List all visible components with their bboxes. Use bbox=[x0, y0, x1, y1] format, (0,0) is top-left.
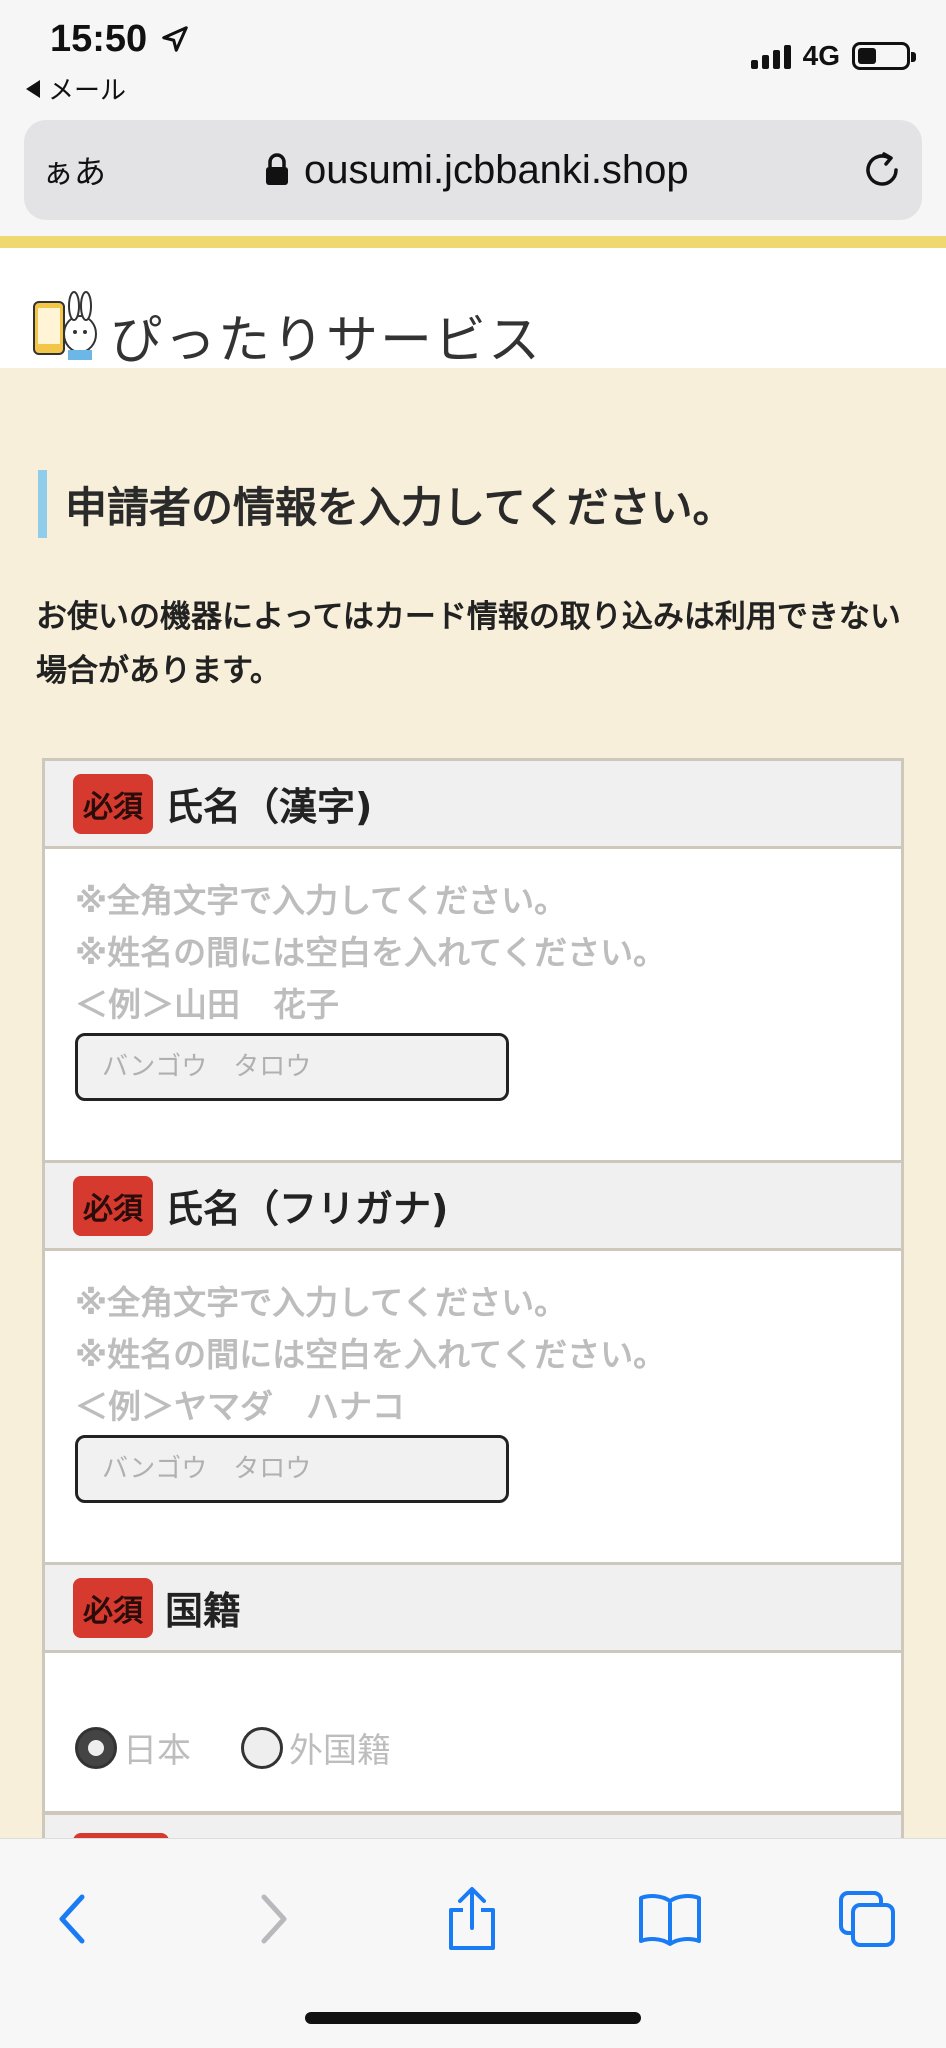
url-display[interactable]: ousumi.jcbbanki.shop bbox=[264, 148, 689, 193]
chevron-left-icon bbox=[59, 1894, 85, 1944]
name-kanji-header: 必須 氏名（漢字) bbox=[45, 761, 901, 849]
site-header: ぴったりサービス bbox=[0, 248, 946, 371]
hint-space: ※姓名の間には空白を入れてください。 bbox=[75, 933, 667, 972]
back-to-app-link[interactable]: メール bbox=[26, 70, 126, 107]
radio-foreign[interactable]: 外国籍 bbox=[241, 1723, 391, 1772]
required-badge: 必須 bbox=[73, 1577, 153, 1638]
required-badge: 必須 bbox=[73, 1175, 153, 1236]
back-app-label: メール bbox=[48, 76, 127, 106]
browser-toolbar: ぁあ ousumi.jcbbanki.shop bbox=[0, 110, 946, 236]
battery-icon bbox=[852, 42, 916, 70]
page-heading: 申請者の情報を入力してください。 bbox=[38, 470, 734, 538]
name-kana-input[interactable] bbox=[75, 1435, 509, 1503]
reload-icon[interactable] bbox=[860, 148, 904, 192]
location-arrow-icon bbox=[162, 26, 188, 52]
chevron-right-icon bbox=[261, 1894, 287, 1944]
bookmarks-button[interactable] bbox=[630, 1879, 710, 1959]
forward-button[interactable] bbox=[234, 1879, 314, 1959]
radio-checked-icon bbox=[75, 1726, 117, 1769]
hint-space: ※姓名の間には空白を入れてください。 bbox=[75, 1335, 667, 1374]
site-logo-icon bbox=[33, 291, 97, 360]
reader-settings-button[interactable]: ぁあ bbox=[42, 147, 106, 193]
hint-example: ＜例＞ヤマダ ハナコ bbox=[75, 1387, 405, 1426]
nationality-body: 日本 外国籍 bbox=[45, 1653, 901, 1772]
signal-icon bbox=[750, 43, 791, 69]
name-kana-label: 氏名（フリガナ) bbox=[165, 1187, 449, 1231]
nationality-radio-group: 日本 外国籍 bbox=[75, 1679, 873, 1772]
name-kanji-input[interactable] bbox=[75, 1033, 509, 1101]
back-button[interactable] bbox=[32, 1879, 112, 1959]
url-text: ousumi.jcbbanki.shop bbox=[304, 147, 689, 192]
hint-fullwidth: ※全角文字で入力してください。 bbox=[75, 881, 568, 920]
site-name: ぴったりサービス bbox=[110, 311, 543, 371]
book-icon bbox=[639, 1894, 701, 1946]
required-badge: 必須 bbox=[73, 773, 153, 834]
status-indicators: 4G bbox=[750, 40, 916, 72]
hint-example: ＜例＞山田 花子 bbox=[75, 985, 339, 1024]
back-triangle-icon bbox=[26, 79, 40, 98]
name-kana-section: 必須 氏名（フリガナ) ※全角文字で入力してください。 ※姓名の間には空白を入れ… bbox=[42, 1160, 904, 1565]
name-kanji-section: 必須 氏名（漢字) ※全角文字で入力してください。 ※姓名の間には空白を入れてく… bbox=[42, 758, 904, 1163]
tabs-button[interactable] bbox=[828, 1879, 908, 1959]
name-kana-body: ※全角文字で入力してください。 ※姓名の間には空白を入れてください。 ＜例＞ヤマ… bbox=[45, 1251, 901, 1503]
address-bar[interactable]: ぁあ ousumi.jcbbanki.shop bbox=[24, 120, 922, 220]
radio-japan-label: 日本 bbox=[123, 1731, 191, 1771]
radio-japan[interactable]: 日本 bbox=[75, 1723, 191, 1772]
status-bar: 15:50 メール 4G bbox=[0, 0, 946, 110]
name-kana-header: 必須 氏名（フリガナ) bbox=[45, 1163, 901, 1251]
accent-stripe bbox=[0, 236, 946, 248]
page-note: お使いの機器によってはカード情報の取り込みは利用できない場合があります。 bbox=[36, 599, 901, 689]
home-indicator[interactable] bbox=[305, 2012, 641, 2024]
network-label: 4G bbox=[802, 40, 840, 71]
name-kanji-label: 氏名（漢字) bbox=[165, 785, 373, 829]
nationality-header: 必須 国籍 bbox=[45, 1565, 901, 1653]
nationality-label: 国籍 bbox=[165, 1589, 242, 1633]
name-kanji-body: ※全角文字で入力してください。 ※姓名の間には空白を入れてください。 ＜例＞山田… bbox=[45, 849, 901, 1101]
share-icon bbox=[449, 1887, 495, 1950]
tabs-icon bbox=[839, 1891, 895, 1947]
status-time: 15:50 bbox=[50, 18, 148, 60]
radio-unchecked-icon bbox=[241, 1726, 283, 1769]
share-button[interactable] bbox=[432, 1879, 512, 1959]
nationality-section: 必須 国籍 日本 外国籍 bbox=[42, 1562, 904, 1814]
hint-fullwidth: ※全角文字で入力してください。 bbox=[75, 1283, 568, 1322]
lock-icon bbox=[266, 153, 288, 185]
radio-foreign-label: 外国籍 bbox=[289, 1731, 391, 1771]
